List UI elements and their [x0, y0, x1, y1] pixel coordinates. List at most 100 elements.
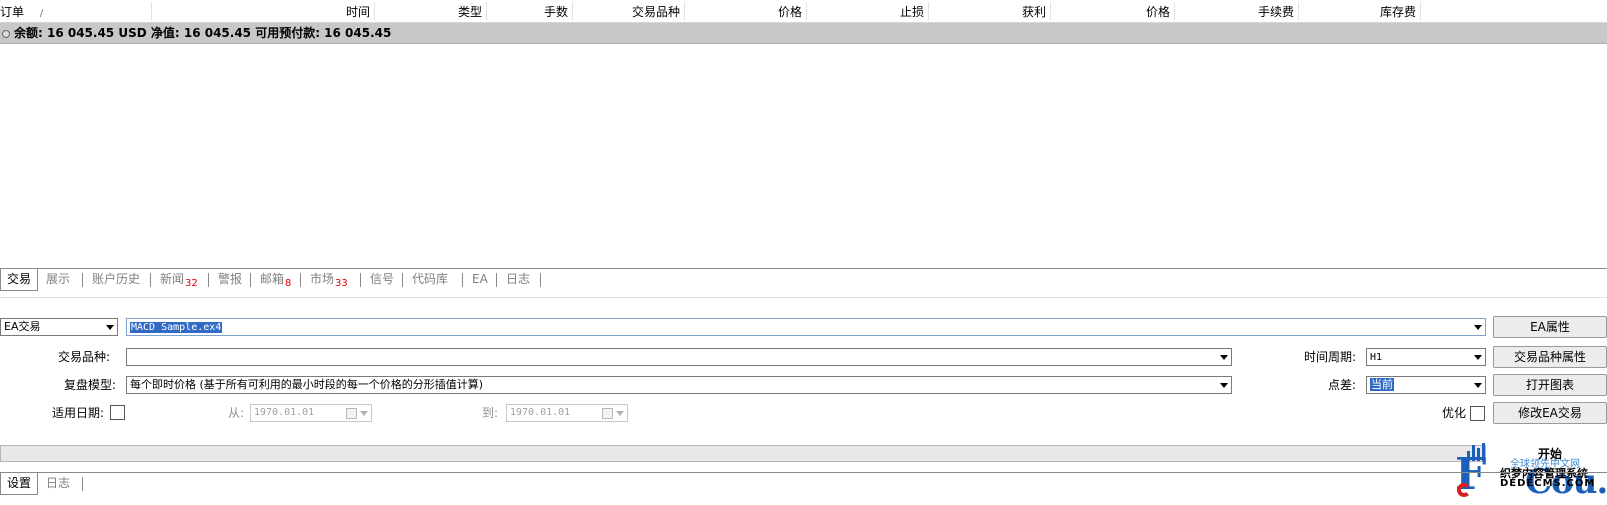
column-header-symbol[interactable]: 交易品种	[600, 4, 680, 20]
chevron-down-icon	[106, 325, 114, 330]
spread-select[interactable]: 当前	[1366, 376, 1486, 394]
tab-label: 日志	[46, 476, 71, 490]
column-divider[interactable]	[806, 2, 807, 20]
period-label: 时间周期:	[1304, 350, 1357, 364]
use-date-checkbox[interactable]	[110, 405, 125, 420]
tab-label: 市场	[310, 272, 335, 286]
expert-properties-button[interactable]: EA属性	[1493, 316, 1607, 338]
column-header-stop-loss[interactable]: 止损	[860, 4, 924, 20]
column-divider[interactable]	[684, 2, 685, 20]
tab-mailbox[interactable]: 邮箱8	[254, 269, 297, 290]
chevron-down-icon	[1474, 383, 1482, 388]
column-divider[interactable]	[374, 2, 375, 20]
column-divider[interactable]	[1174, 2, 1175, 20]
tab-divider	[150, 273, 151, 287]
tester-mode-select[interactable]: EA交易	[0, 318, 118, 336]
tab-signals[interactable]: 信号	[364, 269, 400, 290]
tab-code-base[interactable]: 代码库	[406, 269, 454, 290]
column-divider[interactable]	[1298, 2, 1299, 20]
column-header-current-price[interactable]: 价格	[1100, 4, 1170, 20]
to-label: 到:	[482, 406, 499, 420]
chevron-down-icon	[1474, 355, 1482, 360]
tester-mode-value: EA交易	[4, 320, 41, 333]
column-divider[interactable]	[151, 2, 152, 20]
model-value: 每个即时价格 (基于所有可利用的最小时段的每一个价格的分形插值计算)	[130, 378, 484, 391]
tab-experts[interactable]: EA	[466, 269, 494, 290]
period-select[interactable]: H1	[1366, 348, 1486, 366]
column-divider[interactable]	[486, 2, 487, 20]
tab-trade[interactable]: 交易	[0, 269, 39, 291]
tab-exposure[interactable]: 展示	[40, 269, 76, 290]
to-date-value: 1970.01.01	[510, 407, 571, 418]
column-divider[interactable]	[1420, 2, 1421, 20]
tab-market[interactable]: 市场33	[304, 269, 354, 290]
tab-label: 日志	[506, 272, 531, 286]
news-count-badge: 32	[185, 278, 198, 289]
tab-divider	[402, 273, 403, 287]
calendar-icon	[602, 408, 613, 419]
from-date-picker[interactable]: 1970.01.01	[250, 404, 372, 422]
balance-row[interactable]: 余额: 16 045.45 USD 净值: 16 045.45 可用预付款: 1…	[0, 23, 1607, 44]
calendar-icon	[346, 408, 357, 419]
column-divider[interactable]	[928, 2, 929, 20]
market-count-badge: 33	[335, 278, 348, 289]
open-chart-button[interactable]: 打开图表	[1493, 374, 1607, 396]
tab-account-history[interactable]: 账户历史	[86, 269, 146, 290]
start-button[interactable]: 开始	[1493, 443, 1607, 465]
to-date-picker[interactable]: 1970.01.01	[506, 404, 628, 422]
column-header-order[interactable]: 订单 /	[0, 4, 43, 20]
column-header-lots[interactable]: 手数	[510, 4, 568, 20]
test-progress-bar	[0, 445, 1486, 462]
column-header-type[interactable]: 类型	[420, 4, 482, 20]
tab-divider	[82, 477, 83, 491]
balance-status-icon	[2, 30, 10, 38]
tab-label: 交易	[7, 272, 32, 286]
tab-settings[interactable]: 设置	[0, 473, 39, 495]
tab-divider	[462, 273, 463, 287]
tab-divider	[82, 273, 83, 287]
symbol-select[interactable]	[126, 348, 1232, 366]
tab-label: 展示	[46, 272, 71, 286]
tab-news[interactable]: 新闻32	[154, 269, 204, 290]
tab-label: 代码库	[412, 272, 449, 286]
symbol-properties-button[interactable]: 交易品种属性	[1493, 346, 1607, 368]
tab-tester-journal[interactable]: 日志	[40, 473, 76, 494]
chevron-down-icon	[360, 411, 368, 416]
from-label: 从:	[228, 406, 245, 420]
tab-alerts[interactable]: 警报	[212, 269, 248, 290]
column-header-price[interactable]: 价格	[740, 4, 802, 20]
optimization-checkbox[interactable]	[1470, 406, 1485, 421]
model-select[interactable]: 每个即时价格 (基于所有可利用的最小时段的每一个价格的分形插值计算)	[126, 376, 1232, 394]
sort-indicator-icon: /	[39, 8, 44, 19]
tester-tabs: 设置 日志	[0, 472, 1607, 495]
column-header-commission[interactable]: 手续费	[1220, 4, 1294, 20]
expert-advisor-select[interactable]: MACD Sample.ex4	[126, 318, 1486, 336]
tab-divider	[496, 273, 497, 287]
orders-table-header: 订单 / 时间 类型 手数 交易品种 价格 止损 获利 价格 手续费 库存费	[0, 0, 1607, 23]
column-header-take-profit[interactable]: 获利	[980, 4, 1046, 20]
tab-label: 信号	[370, 272, 395, 286]
tab-journal[interactable]: 日志	[500, 269, 536, 290]
orders-list-area[interactable]	[0, 44, 1607, 268]
chevron-down-icon	[1220, 383, 1228, 388]
modify-expert-button[interactable]: 修改EA交易	[1493, 402, 1607, 424]
tab-label: 邮箱	[260, 272, 285, 286]
chevron-down-icon	[1474, 325, 1482, 330]
from-date-value: 1970.01.01	[254, 407, 315, 418]
tab-label: 警报	[218, 272, 243, 286]
tab-divider	[540, 273, 541, 287]
mailbox-count-badge: 8	[285, 278, 292, 289]
balance-text: 余额: 16 045.45 USD 净值: 16 045.45 可用预付款: 1…	[14, 26, 392, 40]
tab-label: EA	[472, 272, 488, 286]
tab-label: 账户历史	[92, 272, 141, 286]
spread-value: 当前	[1370, 378, 1394, 391]
period-value: H1	[1370, 352, 1383, 363]
column-divider[interactable]	[1050, 2, 1051, 20]
column-divider[interactable]	[572, 2, 573, 20]
tab-divider	[250, 273, 251, 287]
column-label: 订单	[0, 5, 25, 19]
column-header-swap[interactable]: 库存费	[1340, 4, 1416, 20]
expert-advisor-value: MACD Sample.ex4	[130, 322, 223, 333]
tab-divider	[360, 273, 361, 287]
column-header-time[interactable]: 时间	[300, 4, 370, 20]
